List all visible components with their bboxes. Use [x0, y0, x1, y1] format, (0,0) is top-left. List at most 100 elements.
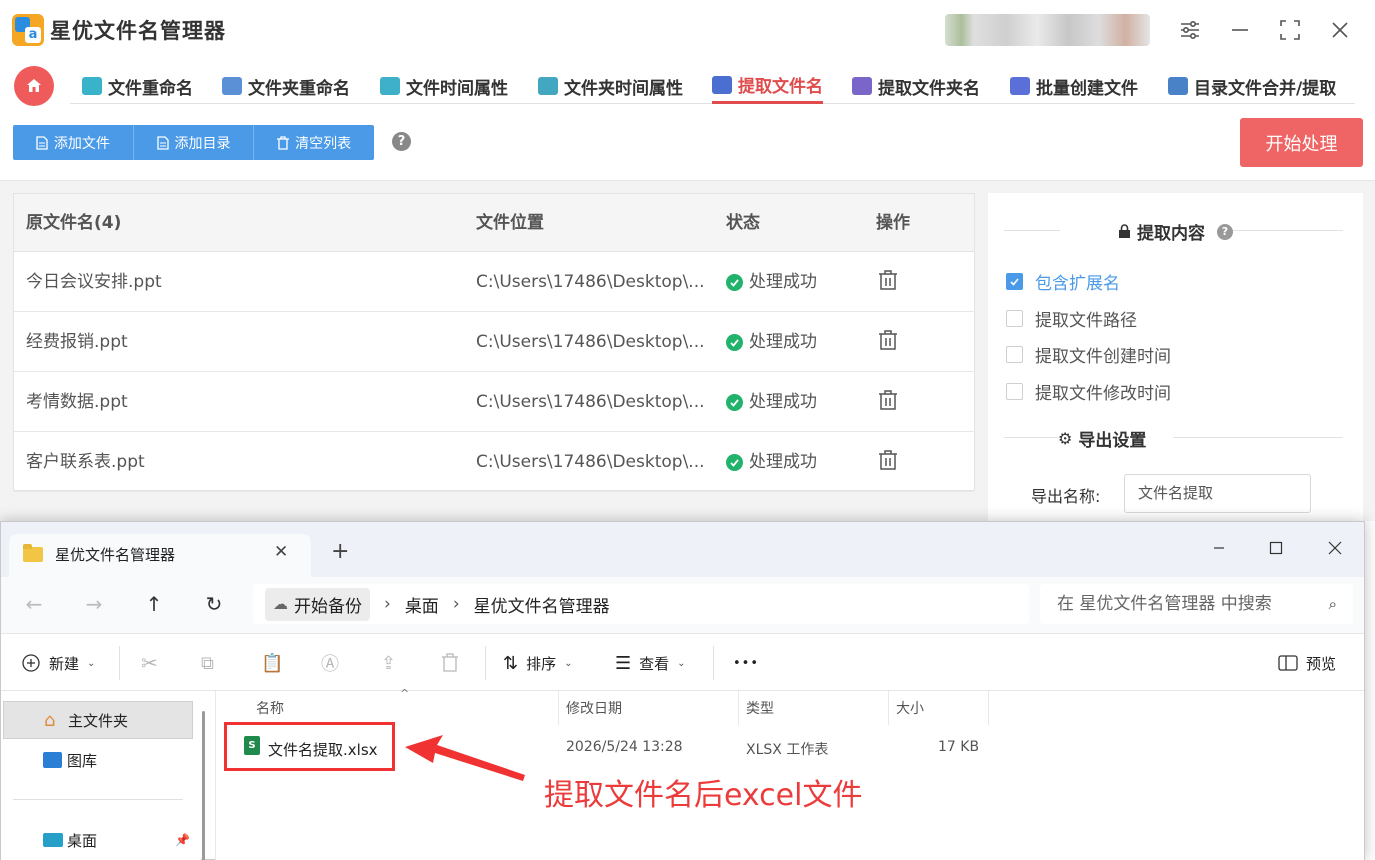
chevron-down-icon: ⌄	[677, 657, 686, 669]
add-file-button[interactable]: 添加文件	[13, 125, 134, 160]
extract-folder-icon	[852, 77, 872, 95]
option-extract-path[interactable]: 提取文件路径	[1006, 306, 1137, 331]
col-file-location[interactable]: 文件位置	[476, 194, 544, 252]
tab-folder-time[interactable]: 文件夹时间属性	[538, 68, 683, 104]
export-settings-title: ⚙ 导出设置	[1058, 429, 1147, 451]
maximize-icon[interactable]	[1272, 12, 1308, 48]
close-icon[interactable]	[1315, 530, 1355, 566]
annotation-text: 提取文件名后excel文件	[544, 778, 863, 813]
search-input[interactable]: 在 星优文件名管理器 中搜索 ⌕	[1040, 584, 1353, 624]
sidebar-item-gallery[interactable]: 图库	[3, 741, 193, 779]
help-icon[interactable]: ?	[392, 132, 411, 151]
column-modified[interactable]: 修改日期	[560, 691, 739, 725]
forward-icon[interactable]: →	[81, 591, 107, 617]
tab-folder-rename[interactable]: 文件夹重命名	[222, 68, 350, 104]
column-size[interactable]: 大小	[890, 691, 989, 725]
maximize-icon[interactable]	[1256, 530, 1296, 566]
row-file-name: 考情数据.ppt	[26, 392, 128, 412]
sort-icon: ⇅	[503, 652, 519, 674]
breadcrumb-backup[interactable]: ☁ 开始备份	[265, 587, 370, 621]
column-type[interactable]: 类型	[740, 691, 889, 725]
table-row[interactable]: 今日会议安排.ppt C:\Users\17486\Desktop\... 处理…	[14, 252, 974, 312]
option-extract-created-time[interactable]: 提取文件创建时间	[1006, 342, 1171, 367]
option-include-extension[interactable]: 包含扩展名	[1006, 269, 1120, 294]
clear-list-button[interactable]: 清空列表	[254, 125, 374, 160]
highlight-box	[224, 722, 395, 771]
folder-rename-icon	[222, 77, 242, 95]
tab-extract-foldername[interactable]: 提取文件夹名	[852, 68, 980, 104]
view-button[interactable]: ☰ 查看 ⌄	[615, 634, 686, 692]
explorer-tab[interactable]: 星优文件名管理器 ✕	[9, 534, 311, 577]
refresh-icon[interactable]: ↻	[201, 591, 227, 617]
cloud-icon: ☁	[273, 595, 288, 613]
minimize-icon[interactable]	[1199, 530, 1239, 566]
explorer-tab-title: 星优文件名管理器	[55, 546, 176, 564]
paste-icon[interactable]: 📋	[261, 634, 283, 692]
tab-batch-create[interactable]: 批量创建文件	[1010, 68, 1138, 104]
sort-button[interactable]: ⇅ 排序 ⌄	[503, 634, 573, 692]
help-icon[interactable]: ?	[1217, 223, 1233, 240]
tab-file-rename[interactable]: 文件重命名	[82, 68, 193, 104]
row-file-name: 今日会议安排.ppt	[26, 272, 162, 292]
breadcrumb-desktop[interactable]: 桌面	[405, 592, 439, 617]
delete-icon[interactable]	[878, 389, 898, 413]
col-status[interactable]: 状态	[726, 194, 760, 252]
divider	[485, 646, 486, 680]
sidebar-item-desktop[interactable]: 桌面 📌	[3, 821, 193, 859]
lock-icon	[1119, 224, 1130, 238]
address-bar[interactable]: ☁ 开始备份 › 桌面 › 星优文件名管理器	[253, 584, 1029, 624]
chevron-down-icon: ⌄	[87, 657, 96, 669]
search-icon[interactable]: ⌕	[1329, 584, 1337, 624]
rename-icon	[82, 77, 102, 95]
user-avatar-blurred[interactable]	[945, 14, 1150, 46]
table-row[interactable]: 考情数据.ppt C:\Users\17486\Desktop\... 处理成功	[14, 372, 974, 432]
close-tab-icon[interactable]: ✕	[274, 542, 288, 562]
col-original-name[interactable]: 原文件名(4)	[26, 194, 121, 252]
chevron-down-icon: ⌄	[564, 657, 573, 669]
back-icon[interactable]: ←	[21, 591, 47, 617]
home-button[interactable]	[14, 66, 54, 106]
delete-icon[interactable]	[878, 449, 898, 473]
option-extract-modified-time[interactable]: 提取文件修改时间	[1006, 379, 1171, 404]
cut-icon[interactable]: ✂	[141, 634, 158, 692]
table-row[interactable]: 经费报销.ppt C:\Users\17486\Desktop\... 处理成功	[14, 312, 974, 372]
preview-button[interactable]: 预览	[1278, 634, 1336, 692]
checkbox[interactable]	[1006, 383, 1023, 400]
close-icon[interactable]	[1322, 12, 1358, 48]
plus-circle-icon	[22, 654, 40, 672]
rename-icon[interactable]: Ⓐ	[321, 634, 339, 692]
start-processing-button[interactable]: 开始处理	[1240, 118, 1363, 167]
new-button[interactable]: 新建 ⌄	[21, 634, 95, 692]
table-row[interactable]: 客户联系表.ppt C:\Users\17486\Desktop\... 处理成…	[14, 432, 974, 492]
batch-create-icon	[1010, 77, 1030, 95]
share-icon[interactable]: ⇪	[381, 634, 396, 692]
new-tab-icon[interactable]: +	[331, 541, 349, 563]
settings-icon[interactable]	[1172, 12, 1208, 48]
merge-icon	[1168, 77, 1188, 95]
check-circle-icon	[726, 393, 743, 411]
add-directory-button[interactable]: 添加目录	[134, 125, 255, 160]
up-icon[interactable]: ↑	[141, 591, 167, 617]
export-name-input[interactable]: 文件名提取	[1124, 474, 1311, 513]
tab-file-time[interactable]: 文件时间属性	[380, 68, 508, 104]
sidebar-item-home[interactable]: ⌂ 主文件夹	[3, 701, 193, 739]
sidebar-scrollbar[interactable]	[202, 711, 205, 860]
checkbox-checked[interactable]	[1006, 273, 1023, 290]
breadcrumb-current[interactable]: 星优文件名管理器	[474, 592, 610, 617]
checkbox[interactable]	[1006, 346, 1023, 363]
checkbox[interactable]	[1006, 310, 1023, 327]
more-options-icon[interactable]: •••	[733, 634, 759, 692]
delete-icon[interactable]	[878, 329, 898, 353]
column-name[interactable]: 名称	[250, 691, 559, 725]
file-type: XLSX 工作表	[746, 742, 829, 758]
minimize-icon[interactable]	[1222, 12, 1258, 48]
delete-icon[interactable]	[878, 269, 898, 293]
tab-merge-extract[interactable]: 目录文件合并/提取	[1168, 68, 1336, 104]
explorer-command-bar: 新建 ⌄ ✂ ⧉ 📋 Ⓐ ⇪ ⇅ 排序 ⌄ ☰ 查看 ⌄ ••• 预览	[1, 633, 1364, 691]
tab-extract-filename[interactable]: 提取文件名	[712, 68, 823, 104]
row-status: 处理成功	[726, 312, 817, 372]
file-toolbar: 添加文件 添加目录 清空列表	[13, 125, 374, 160]
copy-icon[interactable]: ⧉	[201, 634, 214, 692]
delete-icon[interactable]	[441, 634, 459, 692]
pin-icon[interactable]: 📌	[175, 833, 190, 847]
